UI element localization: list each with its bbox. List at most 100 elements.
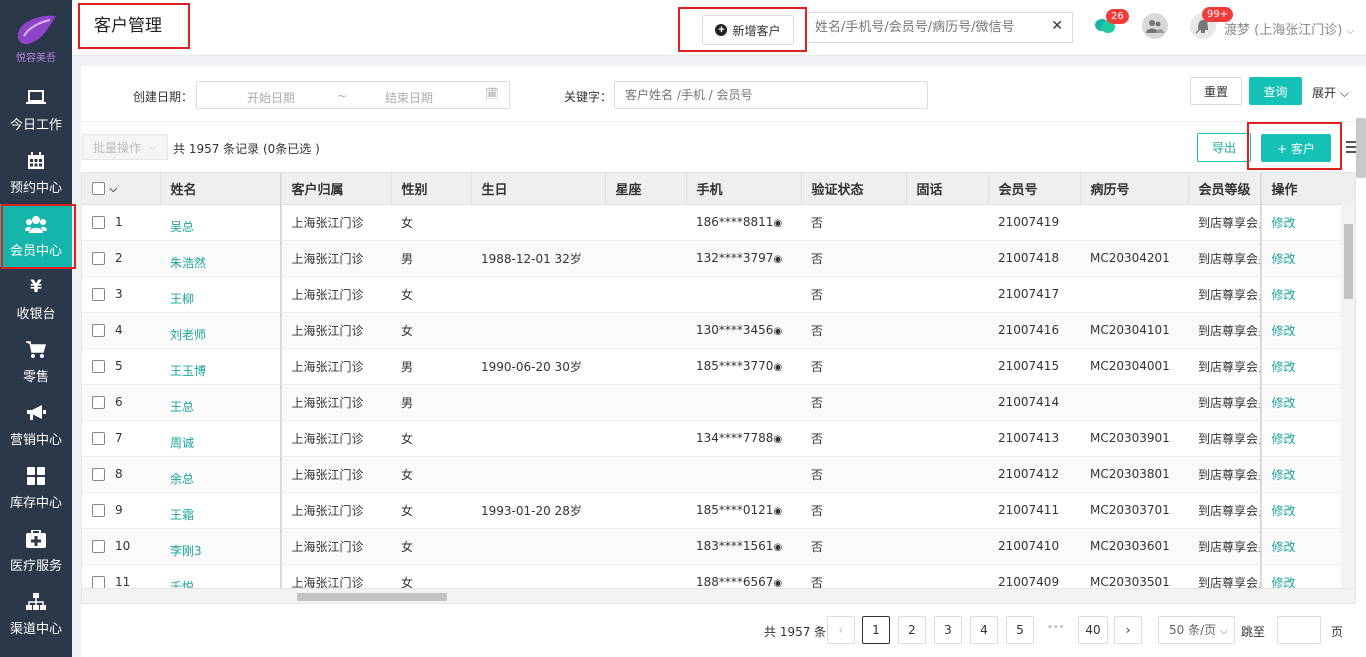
new-customer-button[interactable]: + 新增客户 [702, 15, 794, 45]
cell-name[interactable]: 刘老师 [160, 312, 281, 349]
col-gender[interactable]: 性别 [391, 173, 472, 205]
nav-retail[interactable]: 零售 [0, 330, 72, 393]
table-row[interactable]: 6王总上海张江门诊男否21007414到店尊享会员修改 [82, 384, 1355, 421]
horizontal-scrollbar[interactable] [82, 588, 1355, 603]
add-customer-highlight: + 客户 [1247, 122, 1342, 170]
cell-name[interactable]: 吴总 [160, 204, 281, 241]
row-checkbox[interactable] [92, 360, 105, 373]
col-store[interactable]: 客户归属 [280, 173, 392, 205]
table-row[interactable]: 5 王玉博 上海张江门诊男 1990-06-20 30岁 185****3770◉ 否 21… [82, 348, 1355, 385]
eye-icon[interactable]: ◉ [773, 218, 782, 229]
user-menu[interactable]: 渡梦 (上海张江门诊) ⌵ [1224, 19, 1354, 38]
query-button[interactable]: 查询 [1249, 77, 1302, 105]
col-birthday[interactable]: 生日 [471, 173, 606, 205]
nav-medical[interactable]: 医疗服务 [0, 519, 72, 582]
page-5[interactable]: 5 [1006, 616, 1034, 644]
page-2[interactable]: 2 [898, 616, 926, 644]
table-row[interactable]: 2 朱浩然 上海张江门诊男 1988-12-01 32岁 132****3797◉ 否 21… [82, 240, 1355, 277]
reset-button[interactable]: 重置 [1190, 77, 1242, 105]
eye-icon[interactable]: ◉ [773, 434, 782, 445]
batch-operation-select[interactable]: 批量操作 ⌵ [82, 134, 168, 160]
horizontal-scroll-thumb[interactable] [297, 593, 447, 601]
nav-member-center[interactable]: 会员中心 [0, 204, 76, 269]
chevron-down-icon[interactable]: ⌵ [110, 184, 118, 195]
col-level[interactable]: 会员等级 [1188, 173, 1262, 205]
cell-name[interactable]: 朱浩然 [160, 240, 281, 277]
table-row[interactable]: 10 李刚3 上海张江门诊女 183****1561◉ 否 21007410 MC20303… [82, 528, 1355, 565]
close-icon[interactable]: ✕ [1051, 18, 1063, 34]
page-1[interactable]: 1 [862, 616, 890, 644]
cell-name[interactable]: 王总 [160, 384, 281, 421]
col-name[interactable]: 姓名 [160, 173, 282, 205]
end-date-input[interactable]: 结束日期 [385, 89, 433, 106]
col-zodiac[interactable]: 星座 [605, 173, 687, 205]
add-customer-button[interactable]: + 客户 [1261, 134, 1331, 162]
row-checkbox[interactable] [92, 324, 105, 337]
eye-icon[interactable]: ◉ [773, 542, 782, 553]
prev-page-button[interactable]: ‹ [827, 616, 855, 644]
row-checkbox[interactable] [92, 432, 105, 445]
table-row[interactable]: 9 王霜 上海张江门诊女 1993-01-20 28岁 185****0121◉ 否 210… [82, 492, 1355, 529]
page-last[interactable]: 40 [1078, 616, 1108, 644]
row-checkbox[interactable] [92, 468, 105, 481]
eye-icon[interactable]: ◉ [773, 362, 782, 373]
row-select-cell: 4 [82, 312, 160, 349]
cell-level: 到店尊享会员 [1188, 420, 1261, 457]
col-tel[interactable]: 固话 [906, 173, 989, 205]
eye-icon[interactable]: ◉ [773, 506, 782, 517]
nav-appointment[interactable]: 预约中心 [0, 141, 72, 204]
table-row[interactable]: 3王柳上海张江门诊女否21007417到店尊享会员修改 [82, 276, 1355, 313]
eye-icon[interactable]: ◉ [773, 326, 782, 337]
nav-cashier[interactable]: ¥ 收银台 [0, 267, 72, 330]
row-checkbox[interactable] [92, 504, 105, 517]
table-row[interactable]: 1吴总上海张江门诊女186****8811◉否21007419到店尊享会员修改 [82, 204, 1355, 241]
row-checkbox[interactable] [92, 216, 105, 229]
export-button[interactable]: 导出 [1197, 133, 1251, 162]
page-ellipsis[interactable]: ••• [1047, 622, 1065, 633]
table-row[interactable]: 4 刘老师 上海张江门诊女 130****3456◉ 否 21007416 MC203041… [82, 312, 1355, 349]
nav-inventory[interactable]: 库存中心 [0, 456, 72, 519]
cell-name[interactable]: 王柳 [160, 276, 281, 313]
header-search-input[interactable] [815, 20, 1045, 35]
page-4[interactable]: 4 [970, 616, 998, 644]
cell-name[interactable]: 李刚3 [160, 528, 281, 565]
row-checkbox[interactable] [92, 540, 105, 553]
keyword-input[interactable] [614, 81, 928, 109]
cell-name[interactable]: 王霜 [160, 492, 281, 529]
cell-name[interactable]: 周诚 [160, 420, 281, 457]
cell-name[interactable]: 余总 [160, 456, 281, 493]
expand-toggle[interactable]: 展开 ⌵ [1312, 84, 1349, 101]
table-row[interactable]: 8余总上海张江门诊女否21007412MC20303801到店尊享会员修改 [82, 456, 1355, 493]
cell-name[interactable]: 王玉博 [160, 348, 281, 385]
col-phone[interactable]: 手机 [686, 173, 802, 205]
page-size-value: 50 条/页 [1169, 623, 1217, 637]
col-member-no[interactable]: 会员号 [988, 173, 1081, 205]
nav-channel[interactable]: 渠道中心 [0, 582, 72, 645]
jump-page-input[interactable] [1277, 616, 1321, 644]
page-scrollbar-thumb[interactable] [1356, 118, 1366, 178]
page-size-select[interactable]: 50 条/页 ⌵ [1158, 616, 1235, 644]
cell-verified: 否 [801, 348, 906, 385]
notification-icon[interactable]: 99+ [1190, 7, 1234, 39]
start-date-input[interactable]: 开始日期 [247, 89, 295, 106]
table-toolbar: 批量操作 ⌵ 共 1957 条记录 (0条已选 ) 导出 + 客户 [81, 122, 1366, 172]
row-checkbox[interactable] [92, 252, 105, 265]
vertical-scroll-thumb[interactable] [1344, 224, 1353, 299]
nav-today-work[interactable]: 今日工作 [0, 78, 72, 141]
page-3[interactable]: 3 [934, 616, 962, 644]
table-row[interactable]: 7 周诚 上海张江门诊女 134****7788◉ 否 21007413 MC2030390… [82, 420, 1355, 457]
chat-icon[interactable]: 26 [1092, 9, 1129, 39]
row-index: 4 [115, 323, 123, 337]
team-icon[interactable] [1142, 13, 1168, 39]
nav-marketing[interactable]: 营销中心 [0, 393, 72, 456]
row-checkbox[interactable] [92, 396, 105, 409]
date-range-picker[interactable]: 开始日期 ~ 结束日期 🗓 [196, 81, 510, 109]
col-record-no[interactable]: 病历号 [1080, 173, 1189, 205]
select-all-checkbox[interactable] [92, 181, 105, 195]
vertical-scrollbar[interactable] [1341, 204, 1355, 588]
col-verified[interactable]: 验证状态 [801, 173, 907, 205]
row-select-cell: 5 [82, 348, 160, 385]
eye-icon[interactable]: ◉ [773, 254, 782, 265]
row-checkbox[interactable] [92, 288, 105, 301]
next-page-button[interactable]: › [1114, 616, 1142, 644]
